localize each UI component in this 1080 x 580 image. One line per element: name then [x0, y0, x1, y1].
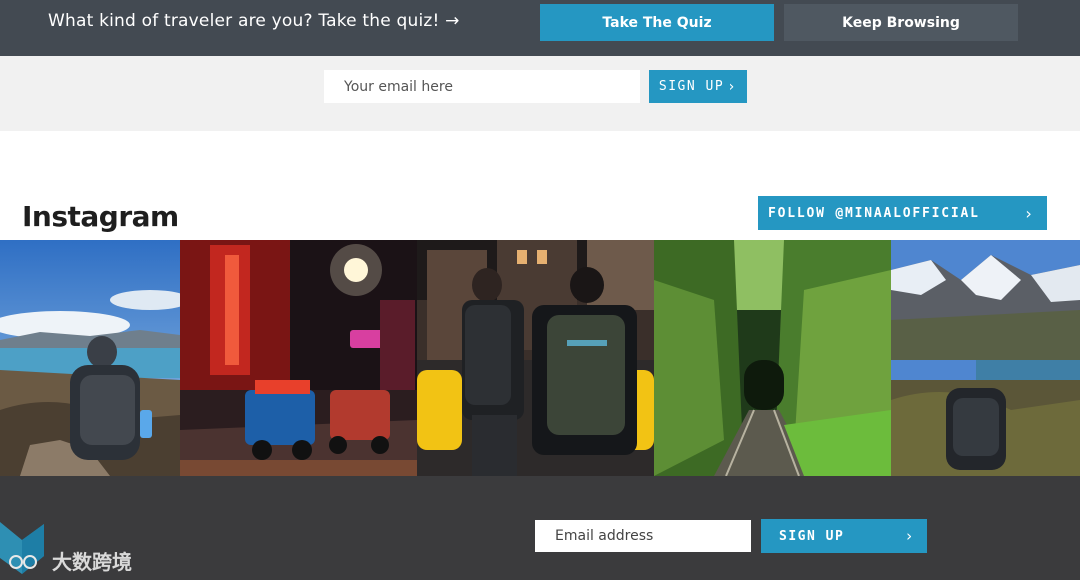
backpack-alpine-lake-photo[interactable] [891, 240, 1080, 476]
chevron-right-icon: › [904, 527, 915, 545]
email-input[interactable] [324, 70, 640, 103]
footer-signup-button[interactable]: SIGN UP › [761, 519, 927, 553]
take-quiz-button[interactable]: Take The Quiz [540, 4, 774, 41]
signup-button-label: SIGN UP [658, 79, 725, 94]
forest-railway-tunnel-photo[interactable] [654, 240, 891, 476]
instagram-photo-strip [0, 240, 1080, 476]
chevron-right-icon: › [727, 78, 738, 95]
watermark-logo-icon [0, 522, 44, 574]
signup-button[interactable]: SIGN UP › [649, 70, 747, 103]
quiz-banner: What kind of traveler are you? Take the … [0, 0, 1080, 56]
footer: SIGN UP › [0, 476, 1080, 580]
newsletter-strip: SIGN UP › [0, 56, 1080, 131]
chevron-right-icon: › [1023, 203, 1035, 223]
footer-signup-label: SIGN UP [779, 528, 845, 544]
follow-instagram-button[interactable]: FOLLOW @MINAALOFFICIAL › [758, 196, 1047, 230]
neon-street-tuktuk-photo[interactable] [180, 240, 417, 476]
keep-browsing-button[interactable]: Keep Browsing [784, 4, 1018, 41]
quiz-banner-text[interactable]: What kind of traveler are you? Take the … [48, 11, 460, 31]
hiker-mountain-lake-photo[interactable] [0, 240, 180, 476]
follow-button-label: FOLLOW @MINAALOFFICIAL [768, 205, 980, 221]
footer-email-input[interactable] [535, 520, 751, 552]
watermark-text: 大数跨境 [52, 550, 132, 574]
instagram-heading: Instagram [22, 200, 179, 233]
two-travelers-backpacks-city-photo[interactable] [417, 240, 654, 476]
